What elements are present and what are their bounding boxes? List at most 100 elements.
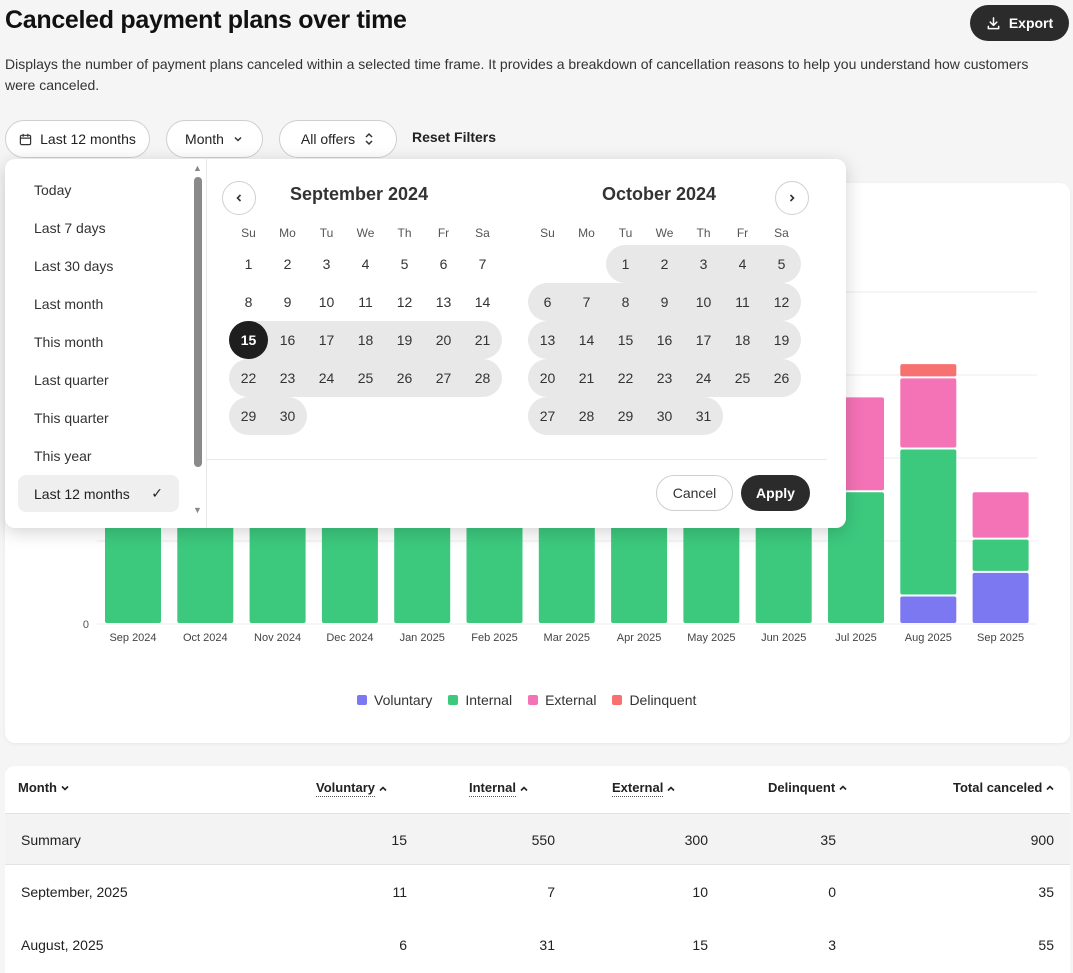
calendar-day[interactable]: 19 (762, 321, 801, 359)
calendar-day[interactable]: 14 (567, 321, 606, 359)
calendar-day[interactable]: 5 (762, 245, 801, 283)
calendar-day[interactable]: 21 (567, 359, 606, 397)
calendar-day[interactable]: 16 (645, 321, 684, 359)
calendar-day[interactable]: 10 (307, 283, 346, 321)
bar-segment-voluntary[interactable] (972, 572, 1029, 623)
calendar-day[interactable]: 11 (346, 283, 385, 321)
calendar-day[interactable]: 27 (424, 359, 463, 397)
calendar-day[interactable]: 30 (268, 397, 307, 435)
calendar-day[interactable]: 30 (645, 397, 684, 435)
calendar-day[interactable]: 25 (346, 359, 385, 397)
bar-segment-internal[interactable] (900, 449, 957, 595)
column-header-total[interactable]: Total canceled (953, 780, 1055, 795)
calendar-day[interactable]: 28 (567, 397, 606, 435)
bar-segment-voluntary[interactable] (900, 596, 957, 623)
calendar-day[interactable]: 15 (229, 321, 268, 359)
calendar-day[interactable]: 24 (684, 359, 723, 397)
calendar-day[interactable]: 17 (307, 321, 346, 359)
calendar-day[interactable]: 28 (463, 359, 502, 397)
offers-select[interactable]: All offers (279, 120, 397, 158)
column-header-external[interactable]: External (612, 780, 676, 797)
column-header-internal[interactable]: Internal (469, 780, 529, 797)
preset-option[interactable]: Last 12 months ✓ (18, 475, 179, 512)
calendar-day[interactable]: 12 (762, 283, 801, 321)
calendar-day[interactable]: 26 (762, 359, 801, 397)
calendar-day[interactable]: 22 (229, 359, 268, 397)
calendar-day[interactable]: 27 (528, 397, 567, 435)
column-header-month[interactable]: Month (18, 780, 70, 795)
calendar-day[interactable]: 11 (723, 283, 762, 321)
preset-option[interactable]: This quarter (18, 399, 179, 436)
bar-segment-external[interactable] (972, 492, 1029, 538)
calendar-day[interactable]: 23 (645, 359, 684, 397)
scroll-up-icon[interactable]: ▲ (193, 163, 202, 173)
calendar-day[interactable]: 1 (606, 245, 645, 283)
granularity-dropdown[interactable]: Month (166, 120, 263, 158)
calendar-day[interactable]: 18 (346, 321, 385, 359)
calendar-day[interactable]: 13 (424, 283, 463, 321)
calendar-day[interactable]: 29 (229, 397, 268, 435)
legend-item[interactable]: External (528, 692, 596, 708)
calendar-day[interactable]: 9 (645, 283, 684, 321)
calendar-day[interactable]: 14 (463, 283, 502, 321)
calendar-day[interactable]: 12 (385, 283, 424, 321)
calendar-day[interactable]: 2 (268, 245, 307, 283)
calendar-day[interactable]: 4 (723, 245, 762, 283)
export-button[interactable]: Export (970, 5, 1069, 41)
calendar-day[interactable]: 7 (567, 283, 606, 321)
column-header-voluntary[interactable]: Voluntary (316, 780, 388, 797)
calendar-day[interactable]: 1 (229, 245, 268, 283)
calendar-day[interactable]: 5 (385, 245, 424, 283)
calendar-day[interactable]: 31 (684, 397, 723, 435)
scroll-down-icon[interactable]: ▼ (193, 505, 202, 515)
calendar-day[interactable]: 17 (684, 321, 723, 359)
calendar-day[interactable]: 29 (606, 397, 645, 435)
legend-item[interactable]: Voluntary (357, 692, 432, 708)
calendar-day[interactable]: 8 (606, 283, 645, 321)
calendar-day[interactable]: 20 (424, 321, 463, 359)
calendar-day[interactable]: 15 (606, 321, 645, 359)
calendar-day[interactable]: 6 (528, 283, 567, 321)
preset-option[interactable]: Last month (18, 285, 179, 322)
calendar-day[interactable]: 22 (606, 359, 645, 397)
column-header-delinquent[interactable]: Delinquent (768, 780, 848, 795)
calendar-day[interactable]: 13 (528, 321, 567, 359)
cancel-button[interactable]: Cancel (656, 475, 733, 511)
calendar-day[interactable]: 26 (385, 359, 424, 397)
preset-option[interactable]: This month (18, 323, 179, 360)
calendar-day[interactable]: 4 (346, 245, 385, 283)
preset-option[interactable]: This year (18, 437, 179, 474)
calendar-day[interactable]: 9 (268, 283, 307, 321)
calendar-day[interactable]: 20 (528, 359, 567, 397)
next-month-button[interactable] (775, 181, 809, 215)
previous-month-button[interactable] (222, 181, 256, 215)
reset-filters-button[interactable]: Reset Filters (412, 129, 496, 145)
apply-button[interactable]: Apply (741, 475, 810, 511)
calendar-day[interactable]: 3 (307, 245, 346, 283)
bar-segment-internal[interactable] (105, 520, 161, 623)
calendar-day[interactable]: 24 (307, 359, 346, 397)
preset-option[interactable]: Last quarter (18, 361, 179, 398)
calendar-day[interactable]: 8 (229, 283, 268, 321)
calendar-day[interactable]: 3 (684, 245, 723, 283)
preset-option[interactable]: Today (18, 171, 179, 208)
calendar-day[interactable]: 19 (385, 321, 424, 359)
date-range-filter[interactable]: Last 12 months (5, 120, 150, 158)
calendar-day[interactable]: 21 (463, 321, 502, 359)
calendar-day[interactable]: 10 (684, 283, 723, 321)
calendar-day[interactable]: 18 (723, 321, 762, 359)
bar-segment-external[interactable] (900, 378, 957, 448)
calendar-day[interactable]: 25 (723, 359, 762, 397)
calendar-day[interactable]: 2 (645, 245, 684, 283)
calendar-day[interactable]: 16 (268, 321, 307, 359)
preset-scrollbar[interactable] (194, 177, 202, 467)
calendar-day[interactable]: 6 (424, 245, 463, 283)
legend-item[interactable]: Internal (448, 692, 512, 708)
preset-option[interactable]: Last 7 days (18, 209, 179, 246)
calendar-day[interactable]: 23 (268, 359, 307, 397)
preset-option[interactable]: Last 30 days (18, 247, 179, 284)
bar-segment-internal[interactable] (972, 539, 1029, 571)
legend-item[interactable]: Delinquent (612, 692, 696, 708)
calendar-day[interactable]: 7 (463, 245, 502, 283)
bar-segment-delinquent[interactable] (900, 364, 957, 377)
